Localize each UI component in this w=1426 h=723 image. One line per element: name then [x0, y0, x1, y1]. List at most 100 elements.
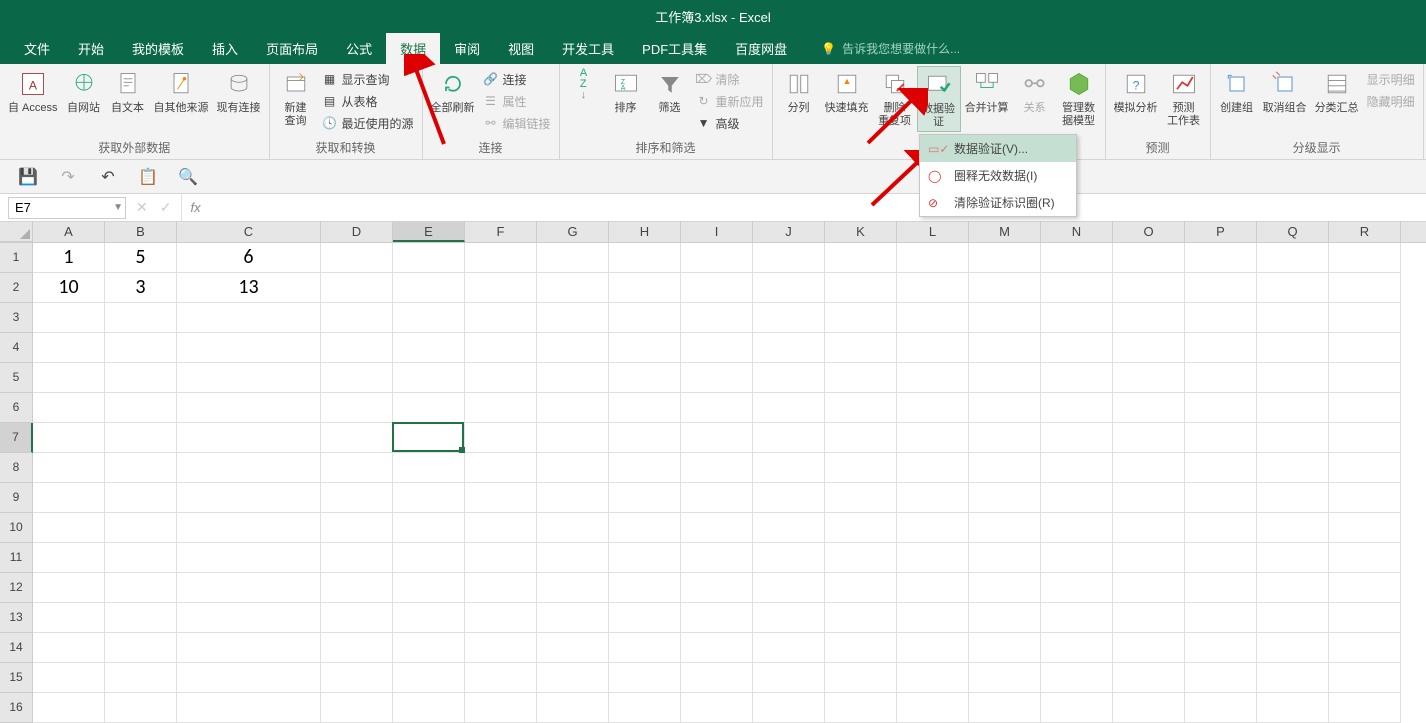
cell-P4[interactable] [1185, 333, 1257, 363]
col-header-R[interactable]: R [1329, 222, 1401, 242]
cell-M10[interactable] [969, 513, 1041, 543]
cell-I3[interactable] [681, 303, 753, 333]
tab-开始[interactable]: 开始 [64, 32, 118, 65]
cell-F12[interactable] [465, 573, 537, 603]
cell-J14[interactable] [753, 633, 825, 663]
cell-D14[interactable] [321, 633, 393, 663]
cell-N4[interactable] [1041, 333, 1113, 363]
cell-J16[interactable] [753, 693, 825, 723]
cell-R4[interactable] [1329, 333, 1401, 363]
cell-A7[interactable] [33, 423, 105, 453]
cell-D5[interactable] [321, 363, 393, 393]
cell-M1[interactable] [969, 243, 1041, 273]
cell-B7[interactable] [105, 423, 177, 453]
cell-D12[interactable] [321, 573, 393, 603]
cell-J9[interactable] [753, 483, 825, 513]
cell-C3[interactable] [177, 303, 321, 333]
cell-G16[interactable] [537, 693, 609, 723]
cell-O13[interactable] [1113, 603, 1185, 633]
cell-I16[interactable] [681, 693, 753, 723]
cell-R11[interactable] [1329, 543, 1401, 573]
cell-C5[interactable] [177, 363, 321, 393]
cell-O3[interactable] [1113, 303, 1185, 333]
save-button[interactable]: 💾 [18, 167, 38, 187]
cell-E2[interactable] [393, 273, 465, 303]
cell-C8[interactable] [177, 453, 321, 483]
cell-A15[interactable] [33, 663, 105, 693]
sort-button[interactable]: ZA 排序 [604, 66, 648, 117]
cell-L11[interactable] [897, 543, 969, 573]
cell-L16[interactable] [897, 693, 969, 723]
cell-B15[interactable] [105, 663, 177, 693]
cell-L3[interactable] [897, 303, 969, 333]
cell-G15[interactable] [537, 663, 609, 693]
cell-B5[interactable] [105, 363, 177, 393]
cell-P6[interactable] [1185, 393, 1257, 423]
what-if-button[interactable]: ? 模拟分析 [1110, 66, 1162, 117]
from-other-button[interactable]: 自其他来源 [150, 66, 213, 117]
spreadsheet-grid[interactable]: ABCDEFGHIJKLMNOPQR 115621031334567891011… [0, 222, 1426, 723]
cell-I5[interactable] [681, 363, 753, 393]
cell-M14[interactable] [969, 633, 1041, 663]
cell-A1[interactable]: 1 [33, 243, 105, 273]
cell-Q11[interactable] [1257, 543, 1329, 573]
cell-R13[interactable] [1329, 603, 1401, 633]
new-query-button[interactable]: 新建 查询 [274, 66, 318, 130]
cell-A2[interactable]: 10 [33, 273, 105, 303]
cell-B13[interactable] [105, 603, 177, 633]
cell-L1[interactable] [897, 243, 969, 273]
cell-J6[interactable] [753, 393, 825, 423]
cell-F5[interactable] [465, 363, 537, 393]
cell-M13[interactable] [969, 603, 1041, 633]
cell-J3[interactable] [753, 303, 825, 333]
cell-K4[interactable] [825, 333, 897, 363]
cell-N16[interactable] [1041, 693, 1113, 723]
cell-R3[interactable] [1329, 303, 1401, 333]
undo-button[interactable]: ↶ [98, 167, 118, 187]
from-text-button[interactable]: 自文本 [106, 66, 150, 117]
cell-J4[interactable] [753, 333, 825, 363]
cell-C7[interactable] [177, 423, 321, 453]
cell-O8[interactable] [1113, 453, 1185, 483]
tab-审阅[interactable]: 审阅 [440, 32, 494, 65]
cell-G13[interactable] [537, 603, 609, 633]
cell-Q2[interactable] [1257, 273, 1329, 303]
cell-R6[interactable] [1329, 393, 1401, 423]
col-header-K[interactable]: K [825, 222, 897, 242]
cell-D8[interactable] [321, 453, 393, 483]
cell-E15[interactable] [393, 663, 465, 693]
cell-E1[interactable] [393, 243, 465, 273]
cell-F14[interactable] [465, 633, 537, 663]
col-header-B[interactable]: B [105, 222, 177, 242]
cell-K10[interactable] [825, 513, 897, 543]
cell-F2[interactable] [465, 273, 537, 303]
col-header-Q[interactable]: Q [1257, 222, 1329, 242]
cell-N12[interactable] [1041, 573, 1113, 603]
cell-H11[interactable] [609, 543, 681, 573]
cell-F6[interactable] [465, 393, 537, 423]
remove-duplicates-button[interactable]: 删除 重复项 [873, 66, 917, 130]
cell-M2[interactable] [969, 273, 1041, 303]
cell-M15[interactable] [969, 663, 1041, 693]
cell-K16[interactable] [825, 693, 897, 723]
forecast-sheet-button[interactable]: 预测 工作表 [1162, 66, 1206, 130]
cell-H6[interactable] [609, 393, 681, 423]
col-header-G[interactable]: G [537, 222, 609, 242]
cell-H15[interactable] [609, 663, 681, 693]
col-header-C[interactable]: C [177, 222, 321, 242]
cell-K8[interactable] [825, 453, 897, 483]
flash-fill-button[interactable]: 快速填充 [821, 66, 873, 117]
tab-页面布局[interactable]: 页面布局 [252, 32, 332, 65]
cell-P13[interactable] [1185, 603, 1257, 633]
col-header-F[interactable]: F [465, 222, 537, 242]
cell-I1[interactable] [681, 243, 753, 273]
cell-L7[interactable] [897, 423, 969, 453]
recent-sources-button[interactable]: 🕓最近使用的源 [318, 112, 418, 134]
cell-N14[interactable] [1041, 633, 1113, 663]
cell-E16[interactable] [393, 693, 465, 723]
cell-I7[interactable] [681, 423, 753, 453]
cell-H10[interactable] [609, 513, 681, 543]
cell-N13[interactable] [1041, 603, 1113, 633]
cell-G7[interactable] [537, 423, 609, 453]
cell-O6[interactable] [1113, 393, 1185, 423]
